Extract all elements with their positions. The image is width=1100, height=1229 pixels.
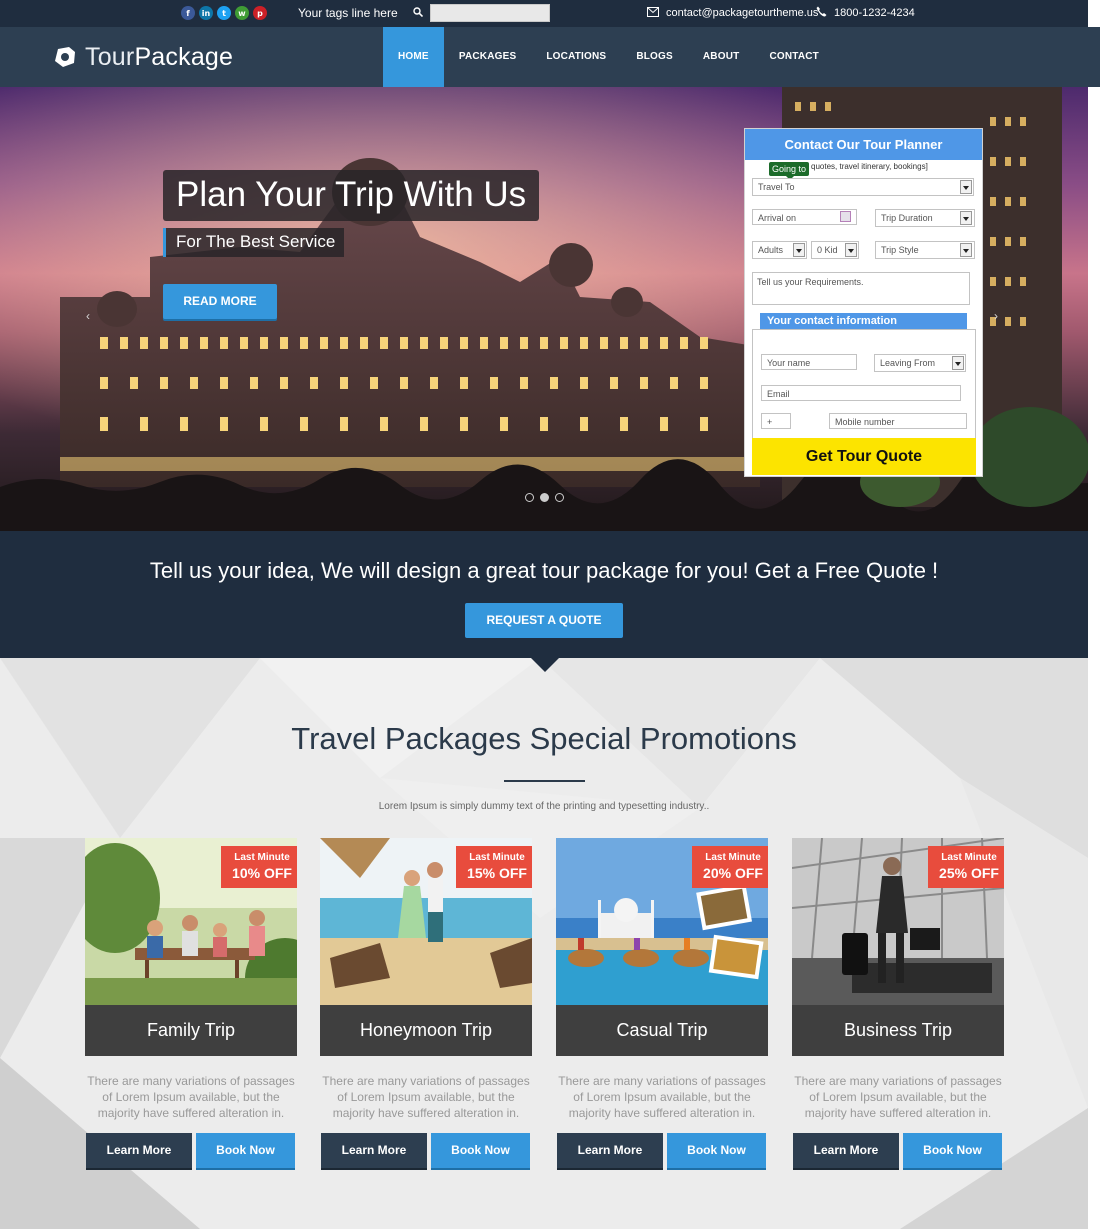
chevron-down-icon[interactable]	[952, 356, 964, 370]
search-icon[interactable]	[413, 7, 423, 17]
slider-prev-icon[interactable]: ‹	[86, 309, 90, 323]
family-trip-image[interactable]: Last Minute 10% OFF	[85, 838, 297, 1005]
nav-locations[interactable]: LOCATIONS	[531, 27, 621, 87]
cta-pointer	[531, 658, 559, 672]
book-now-button[interactable]: Book Now	[431, 1133, 530, 1168]
nav-about[interactable]: ABOUT	[688, 27, 755, 87]
chevron-down-icon[interactable]	[845, 243, 857, 257]
social-links: f in t w p	[181, 6, 267, 20]
badge-label: Last Minute	[234, 852, 290, 863]
brand-name-part2: Package	[134, 43, 234, 71]
phone-icon	[816, 6, 827, 17]
card-title: Honeymoon Trip	[320, 1005, 532, 1056]
main-menu: HOME PACKAGES LOCATIONS BLOGS ABOUT CONT…	[383, 27, 834, 94]
badge-discount: 20% OFF	[703, 865, 763, 881]
slider-next-icon[interactable]: ›	[994, 309, 998, 323]
book-now-button[interactable]: Book Now	[903, 1133, 1002, 1168]
card-description: There are many variations of passages of…	[87, 1074, 295, 1120]
discount-badge: Last Minute 15% OFF	[456, 846, 532, 888]
learn-more-button[interactable]: Learn More	[86, 1133, 192, 1168]
twitter-icon[interactable]: t	[217, 6, 231, 20]
request-quote-button[interactable]: REQUEST A QUOTE	[465, 603, 623, 638]
search-input[interactable]	[430, 4, 550, 22]
badge-discount: 25% OFF	[939, 865, 999, 881]
cta-text: Tell us your idea, We will design a grea…	[149, 558, 939, 583]
read-more-button[interactable]: READ MORE	[163, 284, 277, 319]
contact-email[interactable]: contact@packagetourtheme.us	[666, 7, 818, 19]
brand-name-part1: Tour	[85, 43, 135, 71]
card-title: Business Trip	[792, 1005, 1004, 1056]
email-input[interactable]: Email	[761, 385, 961, 401]
chevron-down-icon[interactable]	[960, 243, 972, 257]
nav-contact[interactable]: CONTACT	[754, 27, 834, 87]
book-now-button[interactable]: Book Now	[667, 1133, 766, 1168]
country-code-input[interactable]: +	[761, 413, 791, 429]
badge-label: Last Minute	[705, 852, 761, 863]
slider-dot[interactable]	[525, 493, 534, 502]
card-title: Family Trip	[85, 1005, 297, 1056]
brand-logo[interactable]: TourPackage	[85, 43, 233, 72]
badge-discount: 10% OFF	[232, 865, 292, 881]
mail-icon	[647, 7, 659, 17]
casual-trip-image[interactable]: Last Minute 20% OFF	[556, 838, 768, 1005]
badge-discount: 15% OFF	[467, 865, 527, 881]
quote-cta-band: Tell us your idea, We will design a grea…	[0, 531, 1088, 658]
discount-badge: Last Minute 10% OFF	[221, 846, 297, 888]
promotions-section: Travel Packages Special Promotions Lorem…	[0, 658, 1088, 1229]
promo-card-casual: Last Minute 20% OFF Casual Trip There ar…	[556, 838, 768, 1168]
promo-card-honeymoon: Last Minute 15% OFF Honeymoon Trip There…	[320, 838, 532, 1168]
contact-info-heading: Your contact information	[760, 313, 967, 329]
nav-blogs[interactable]: BLOGS	[621, 27, 688, 87]
nav-home[interactable]: HOME	[383, 27, 444, 94]
promotions-title: Travel Packages Special Promotions	[291, 721, 797, 756]
pinterest-icon[interactable]: p	[253, 6, 267, 20]
contact-phone[interactable]: 1800-1232-4234	[834, 7, 915, 19]
chevron-down-icon[interactable]	[960, 211, 972, 225]
slider-dots	[525, 493, 564, 502]
requirements-textarea[interactable]: Tell us your Requirements.	[752, 272, 970, 305]
slider-dot[interactable]	[555, 493, 564, 502]
facebook-icon[interactable]: f	[181, 6, 195, 20]
title-divider	[504, 780, 585, 782]
nav-packages[interactable]: PACKAGES	[444, 27, 532, 87]
linkedin-icon[interactable]: in	[199, 6, 213, 20]
discount-badge: Last Minute 25% OFF	[928, 846, 1004, 888]
chevron-down-icon[interactable]	[960, 180, 972, 194]
whatsapp-icon[interactable]: w	[235, 6, 249, 20]
logo-icon[interactable]	[54, 46, 76, 68]
name-input[interactable]: Your name	[761, 354, 857, 370]
chevron-down-icon[interactable]	[793, 243, 805, 257]
get-tour-quote-button[interactable]: Get Tour Quote	[752, 438, 976, 475]
honeymoon-trip-image[interactable]: Last Minute 15% OFF	[320, 838, 532, 1005]
mobile-input[interactable]: Mobile number	[829, 413, 967, 429]
calendar-icon[interactable]	[840, 211, 851, 222]
going-to-tooltip: Going to	[769, 162, 810, 180]
contact-info-box: Your name Leaving From Email + Mobile nu…	[752, 329, 976, 439]
learn-more-button[interactable]: Learn More	[793, 1133, 899, 1168]
travel-to-select[interactable]: Travel To	[752, 178, 974, 196]
badge-label: Last Minute	[941, 852, 997, 863]
promo-card-family: Last Minute 10% OFF Family Trip There ar…	[85, 838, 297, 1168]
card-description: There are many variations of passages of…	[322, 1074, 530, 1120]
slider-dot[interactable]	[540, 493, 549, 502]
book-now-button[interactable]: Book Now	[196, 1133, 295, 1168]
learn-more-button[interactable]: Learn More	[321, 1133, 427, 1168]
top-bar: f in t w p Your tags line here contact@p…	[0, 0, 1088, 27]
main-navbar: TourPackage HOME PACKAGES LOCATIONS BLOG…	[0, 27, 1100, 94]
hero-subtitle: For The Best Service	[163, 228, 345, 257]
learn-more-button[interactable]: Learn More	[557, 1133, 663, 1168]
promo-card-business: Last Minute 25% OFF Business Trip There …	[792, 838, 1004, 1168]
planner-hint: quotes, travel itinerary, bookings]	[811, 162, 928, 171]
planner-title: Contact Our Tour Planner	[745, 129, 982, 160]
business-trip-image[interactable]: Last Minute 25% OFF	[792, 838, 1004, 1005]
card-description: There are many variations of passages of…	[558, 1074, 766, 1120]
tagline: Your tags line here	[298, 6, 398, 20]
discount-badge: Last Minute 20% OFF	[692, 846, 768, 888]
hero-title: Plan Your Trip With Us	[163, 170, 540, 221]
card-description: There are many variations of passages of…	[794, 1074, 1002, 1120]
tour-planner-form: Contact Our Tour Planner quotes, travel …	[744, 128, 983, 477]
card-title: Casual Trip	[556, 1005, 768, 1056]
badge-label: Last Minute	[469, 852, 525, 863]
promotions-subtitle: Lorem Ipsum is simply dummy text of the …	[378, 801, 710, 812]
